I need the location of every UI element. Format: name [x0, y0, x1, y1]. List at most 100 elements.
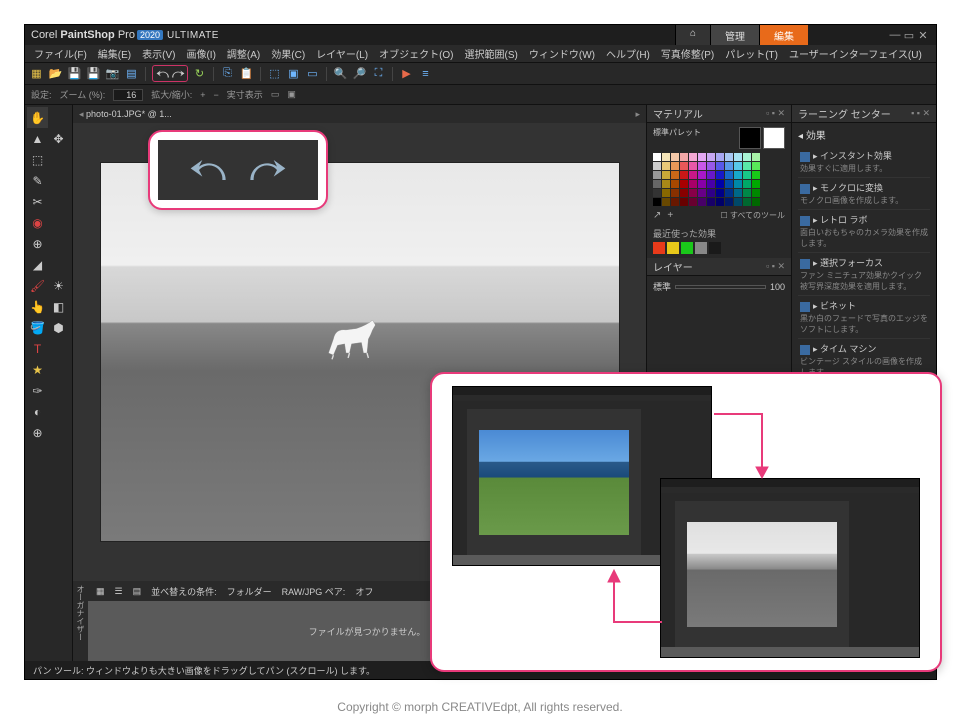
palette-color[interactable]	[662, 162, 670, 170]
save-icon[interactable]: 💾	[67, 66, 82, 81]
palette-color[interactable]	[734, 171, 742, 179]
palette-color[interactable]	[671, 171, 679, 179]
menu-item[interactable]: レイヤー(L)	[311, 46, 373, 61]
palette-color[interactable]	[662, 171, 670, 179]
palette-color[interactable]	[716, 162, 724, 170]
palette-color[interactable]	[689, 198, 697, 206]
opacity-slider[interactable]	[675, 285, 766, 289]
tab-manage[interactable]: 管理	[710, 25, 759, 46]
redeye-tool[interactable]: ◉	[27, 212, 48, 233]
mixer-tool[interactable]: ◐	[27, 401, 48, 422]
palette-color[interactable]	[662, 198, 670, 206]
lighten-tool[interactable]: ☀	[48, 275, 69, 296]
palette-color[interactable]	[680, 171, 688, 179]
palette-dropdown[interactable]: 標準パレット	[653, 127, 701, 138]
zoom-minus-icon[interactable]: −	[214, 90, 219, 100]
tab-edit[interactable]: 編集	[759, 25, 808, 46]
pair-value[interactable]: オフ	[355, 585, 373, 598]
palette-color[interactable]	[725, 198, 733, 206]
learning-item[interactable]: ▸ インスタント効果効果すぐに適用します。	[798, 146, 930, 178]
learning-item[interactable]: ▸ レトロ ラボ面白いおもちゃのカメラ効果を作成します。	[798, 210, 930, 253]
redo-icon[interactable]	[170, 66, 185, 81]
pick-tool[interactable]: ▲	[27, 128, 48, 149]
sort-value[interactable]: フォルダー	[227, 585, 272, 598]
tab-next-icon[interactable]: ▸	[635, 109, 640, 120]
minimize-button[interactable]: —	[888, 29, 902, 41]
zoomin-icon[interactable]: 🔍	[333, 66, 348, 81]
dropper-tool[interactable]: ✎	[27, 170, 48, 191]
palette-color[interactable]	[734, 153, 742, 161]
palette-color[interactable]	[743, 162, 751, 170]
palette-color[interactable]	[743, 180, 751, 188]
learning-item[interactable]: ▸ 選択フォーカスファン ミニチュア効果かクイック被写界深度効果を適用します。	[798, 253, 930, 296]
palette-color[interactable]	[707, 180, 715, 188]
tab-home[interactable]: ⌂	[675, 25, 710, 46]
copy-icon[interactable]: ⎘	[220, 66, 235, 81]
alltools-check[interactable]: ☐ すべてのツール	[720, 210, 785, 221]
crop-tool[interactable]: ✂	[27, 191, 48, 212]
recent-swatches[interactable]	[653, 242, 785, 254]
palette-color[interactable]	[671, 189, 679, 197]
palette-color[interactable]	[707, 162, 715, 170]
fill-tool[interactable]: 🪣	[27, 317, 48, 338]
smudge-tool[interactable]: 👆	[27, 296, 48, 317]
palette-color[interactable]	[653, 189, 661, 197]
palette-color[interactable]	[698, 180, 706, 188]
saveas-icon[interactable]: 💾	[86, 66, 101, 81]
menu-item[interactable]: 写真修整(P)	[656, 46, 719, 61]
add-tool[interactable]: ⊕	[27, 422, 48, 443]
menu-item[interactable]: 画像(I)	[181, 46, 220, 61]
palette-color[interactable]	[689, 162, 697, 170]
palette-color[interactable]	[680, 162, 688, 170]
palette-color[interactable]	[743, 189, 751, 197]
palette-color[interactable]	[653, 180, 661, 188]
palette-color[interactable]	[716, 171, 724, 179]
zoom-plus-icon[interactable]: +	[200, 90, 205, 100]
palette-color[interactable]	[680, 189, 688, 197]
org-list-icon[interactable]: ☰	[115, 586, 123, 597]
palette-color[interactable]	[689, 189, 697, 197]
palette-color[interactable]	[698, 198, 706, 206]
crop-dlg-icon[interactable]: ▣	[286, 66, 301, 81]
learning-item[interactable]: ▸ モノクロに変換モノクロ画像を作成します。	[798, 178, 930, 210]
menu-item[interactable]: 表示(V)	[137, 46, 180, 61]
eraser-tool[interactable]: ◧	[48, 296, 69, 317]
palette-color[interactable]	[671, 180, 679, 188]
palette-color[interactable]	[653, 162, 661, 170]
zoomout-icon[interactable]: 🔎	[352, 66, 367, 81]
recent-color[interactable]	[681, 242, 693, 254]
menu-item[interactable]: 調整(A)	[222, 46, 265, 61]
launch-icon[interactable]: ▶	[399, 66, 414, 81]
palette-color[interactable]	[662, 153, 670, 161]
clone-tool[interactable]: ⊕	[27, 233, 48, 254]
panel-opts-icon[interactable]: ▫ ▪ ✕	[766, 108, 785, 119]
palette-color[interactable]	[662, 180, 670, 188]
menu-item[interactable]: ヘルプ(H)	[601, 46, 655, 61]
palette-color[interactable]	[734, 189, 742, 197]
picture-tube-tool[interactable]: ⬢	[48, 317, 69, 338]
fit-icon[interactable]: ⛶	[371, 66, 386, 81]
palette-color[interactable]	[662, 189, 670, 197]
recent-color[interactable]	[695, 242, 707, 254]
palette-color[interactable]	[653, 153, 661, 161]
palette-color[interactable]	[725, 189, 733, 197]
palette-color[interactable]	[716, 189, 724, 197]
menu-item[interactable]: ファイル(F)	[29, 46, 92, 61]
org-thumb-icon[interactable]: ▦	[96, 586, 105, 597]
menu-item[interactable]: ウィンドウ(W)	[524, 46, 600, 61]
palette-color[interactable]	[707, 198, 715, 206]
palette-color[interactable]	[698, 171, 706, 179]
menu-item[interactable]: 効果(C)	[266, 46, 310, 61]
swap-icon[interactable]: ↗	[653, 210, 661, 221]
text-tool[interactable]: T	[27, 338, 48, 359]
maximize-button[interactable]: ▭	[902, 29, 916, 42]
palette-color[interactable]	[725, 162, 733, 170]
zoom-input[interactable]: 16	[113, 89, 143, 101]
menu-item[interactable]: パレット(T)	[720, 46, 783, 61]
palette-color[interactable]	[698, 153, 706, 161]
palette-color[interactable]	[734, 180, 742, 188]
palette-color[interactable]	[725, 153, 733, 161]
palette-color[interactable]	[680, 198, 688, 206]
palette-color[interactable]	[743, 171, 751, 179]
learning-item[interactable]: ▸ ビネット黒か白のフェードで写真のエッジをソフトにします。	[798, 296, 930, 339]
